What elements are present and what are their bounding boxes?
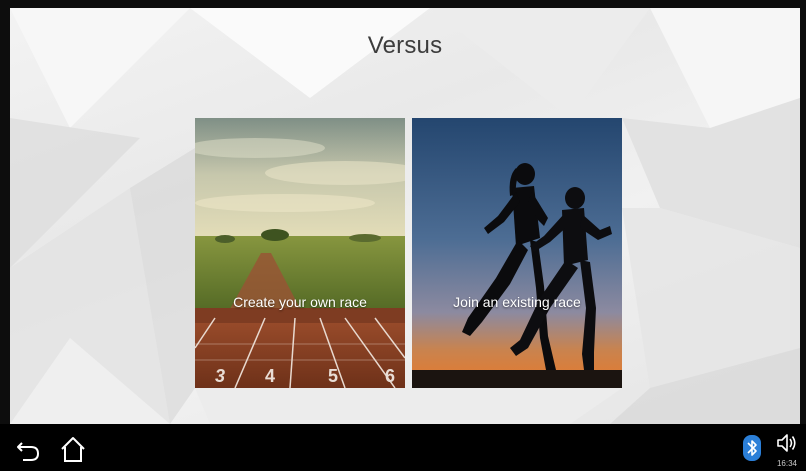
navigation-bar: 16:34 [0, 424, 806, 471]
track-number-5: 5 [328, 366, 338, 386]
page-title: Versus [367, 32, 443, 59]
home-icon[interactable] [58, 434, 88, 464]
join-race-card[interactable]: Join an existing race [412, 118, 622, 388]
join-race-label: Join an existing race [453, 294, 581, 310]
volume-icon[interactable] [775, 431, 799, 455]
status-clock: 16:34 [776, 459, 798, 468]
back-arrow-icon[interactable] [14, 434, 44, 464]
running-track-image: 3 4 5 6 [195, 118, 405, 388]
versus-screen: Versus 3 4 5 6 Create your own race Join… [10, 8, 800, 424]
polygon-background [10, 8, 800, 424]
track-number-6: 6 [385, 366, 395, 386]
bluetooth-icon [742, 434, 762, 462]
runners-silhouette-image [412, 118, 622, 388]
track-number-3: 3 [215, 366, 225, 386]
create-race-card[interactable]: 3 4 5 6 Create your own race [195, 118, 405, 388]
track-number-4: 4 [265, 366, 275, 386]
device-screen: Versus 3 4 5 6 Create your own race Join… [0, 0, 806, 471]
create-race-label: Create your own race [233, 294, 367, 310]
